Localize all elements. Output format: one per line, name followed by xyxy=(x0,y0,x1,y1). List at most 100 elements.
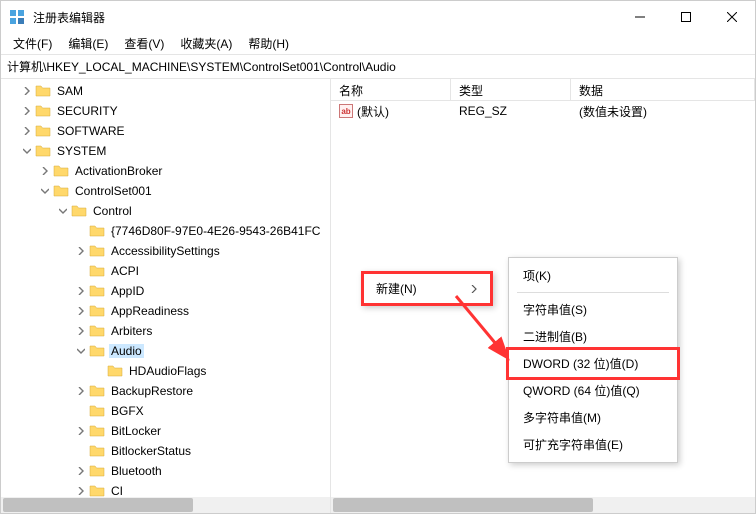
tree-item[interactable]: SOFTWARE xyxy=(1,121,330,141)
chevron-right-icon[interactable] xyxy=(73,423,89,439)
ctx-new-qword[interactable]: QWORD (64 位)值(Q) xyxy=(509,377,677,404)
col-type[interactable]: 类型 xyxy=(451,79,571,100)
folder-icon xyxy=(35,123,51,139)
tree-item[interactable]: Control xyxy=(1,201,330,221)
minimize-button[interactable] xyxy=(617,1,663,33)
chevron-down-icon[interactable] xyxy=(73,343,89,359)
tree-item[interactable]: {7746D80F-97E0-4E26-9543-26B41FC xyxy=(1,221,330,241)
ctx-new[interactable]: 新建(N) xyxy=(364,274,490,303)
list-header: 名称 类型 数据 xyxy=(331,79,755,101)
list-body[interactable]: ab(默认)REG_SZ(数值未设置) 新建(N) 项(K) 字符串值(S) 二… xyxy=(331,101,755,513)
address-text: 计算机\HKEY_LOCAL_MACHINE\SYSTEM\ControlSet… xyxy=(7,58,396,75)
scrollbar-thumb[interactable] xyxy=(3,498,193,512)
folder-icon xyxy=(89,383,105,399)
col-name[interactable]: 名称 xyxy=(331,79,451,100)
folder-icon xyxy=(53,183,69,199)
cell-type: REG_SZ xyxy=(451,102,571,120)
address-bar[interactable]: 计算机\HKEY_LOCAL_MACHINE\SYSTEM\ControlSet… xyxy=(1,55,755,79)
tree-item-label: BitlockerStatus xyxy=(109,444,193,458)
close-button[interactable] xyxy=(709,1,755,33)
folder-icon xyxy=(71,203,87,219)
tree-item[interactable]: HDAudioFlags xyxy=(1,361,330,381)
ctx-new-key[interactable]: 项(K) xyxy=(509,262,677,289)
tree-pane: SAM SECURITY SOFTWARE SYSTEM ActivationBroke… xyxy=(1,79,331,513)
folder-icon xyxy=(35,83,51,99)
tree-item[interactable]: BGFX xyxy=(1,401,330,421)
tree-item-label: Control xyxy=(91,204,134,218)
tree-item[interactable]: SAM xyxy=(1,81,330,101)
ctx-new-multi[interactable]: 多字符串值(M) xyxy=(509,404,677,431)
col-data[interactable]: 数据 xyxy=(571,79,755,100)
menu-view[interactable]: 查看(V) xyxy=(116,33,172,54)
chevron-right-icon[interactable] xyxy=(73,243,89,259)
context-submenu-new: 项(K) 字符串值(S) 二进制值(B) DWORD (32 位)值(D) QW… xyxy=(508,257,678,463)
chevron-right-icon[interactable] xyxy=(73,483,89,497)
chevron-down-icon[interactable] xyxy=(37,183,53,199)
registry-tree[interactable]: SAM SECURITY SOFTWARE SYSTEM ActivationBroke… xyxy=(1,79,330,497)
folder-icon xyxy=(35,143,51,159)
cell-name: ab(默认) xyxy=(331,101,451,122)
tree-item-label: SYSTEM xyxy=(55,144,108,158)
chevron-right-icon[interactable] xyxy=(73,323,89,339)
chevron-down-icon[interactable] xyxy=(19,143,35,159)
folder-icon xyxy=(107,363,123,379)
tree-item[interactable]: CI xyxy=(1,481,330,497)
chevron-down-icon[interactable] xyxy=(55,203,71,219)
twisty-none xyxy=(73,263,89,279)
menu-edit[interactable]: 编辑(E) xyxy=(60,33,116,54)
menu-help[interactable]: 帮助(H) xyxy=(240,33,297,54)
tree-item[interactable]: AppID xyxy=(1,281,330,301)
tree-item[interactable]: AppReadiness xyxy=(1,301,330,321)
tree-item[interactable]: SECURITY xyxy=(1,101,330,121)
tree-item[interactable]: SYSTEM xyxy=(1,141,330,161)
tree-item[interactable]: ActivationBroker xyxy=(1,161,330,181)
scrollbar-thumb[interactable] xyxy=(333,498,593,512)
tree-item-label: BitLocker xyxy=(109,424,163,438)
chevron-right-icon[interactable] xyxy=(73,383,89,399)
tree-item[interactable]: Bluetooth xyxy=(1,461,330,481)
tree-item-label: Audio xyxy=(109,344,144,358)
chevron-right-icon[interactable] xyxy=(73,463,89,479)
tree-item-label: HDAudioFlags xyxy=(127,364,208,378)
tree-item[interactable]: ACPI xyxy=(1,261,330,281)
tree-item[interactable]: BitlockerStatus xyxy=(1,441,330,461)
tree-item[interactable]: Arbiters xyxy=(1,321,330,341)
tree-hscrollbar[interactable] xyxy=(1,497,330,513)
ctx-new-dword[interactable]: DWORD (32 位)值(D) xyxy=(509,350,677,377)
tree-item[interactable]: AccessibilitySettings xyxy=(1,241,330,261)
tree-item-label: BGFX xyxy=(109,404,146,418)
tree-item[interactable]: Audio xyxy=(1,341,330,361)
chevron-right-icon[interactable] xyxy=(19,103,35,119)
maximize-button[interactable] xyxy=(663,1,709,33)
chevron-right-icon[interactable] xyxy=(19,123,35,139)
folder-icon xyxy=(89,223,105,239)
chevron-right-icon[interactable] xyxy=(37,163,53,179)
folder-icon xyxy=(89,423,105,439)
ctx-new-expand[interactable]: 可扩充字符串值(E) xyxy=(509,431,677,458)
ctx-new-binary[interactable]: 二进制值(B) xyxy=(509,323,677,350)
table-row[interactable]: ab(默认)REG_SZ(数值未设置) xyxy=(331,101,755,121)
tree-item[interactable]: BitLocker xyxy=(1,421,330,441)
tree-item[interactable]: ControlSet001 xyxy=(1,181,330,201)
ctx-new-label: 新建(N) xyxy=(376,280,417,297)
main-area: SAM SECURITY SOFTWARE SYSTEM ActivationBroke… xyxy=(1,79,755,513)
tree-item-label: SAM xyxy=(55,84,85,98)
twisty-none xyxy=(73,403,89,419)
folder-icon xyxy=(89,283,105,299)
folder-icon xyxy=(89,463,105,479)
folder-icon xyxy=(89,443,105,459)
list-hscrollbar[interactable] xyxy=(331,497,755,513)
chevron-right-icon[interactable] xyxy=(73,303,89,319)
ctx-new-string[interactable]: 字符串值(S) xyxy=(509,296,677,323)
folder-icon xyxy=(89,343,105,359)
menu-file[interactable]: 文件(F) xyxy=(5,33,60,54)
chevron-right-icon[interactable] xyxy=(19,83,35,99)
menu-favorites[interactable]: 收藏夹(A) xyxy=(172,33,240,54)
chevron-right-icon xyxy=(470,282,478,296)
tree-item-label: ControlSet001 xyxy=(73,184,154,198)
folder-icon xyxy=(35,103,51,119)
twisty-none xyxy=(73,223,89,239)
tree-item[interactable]: BackupRestore xyxy=(1,381,330,401)
tree-item-label: SOFTWARE xyxy=(55,124,127,138)
chevron-right-icon[interactable] xyxy=(73,283,89,299)
